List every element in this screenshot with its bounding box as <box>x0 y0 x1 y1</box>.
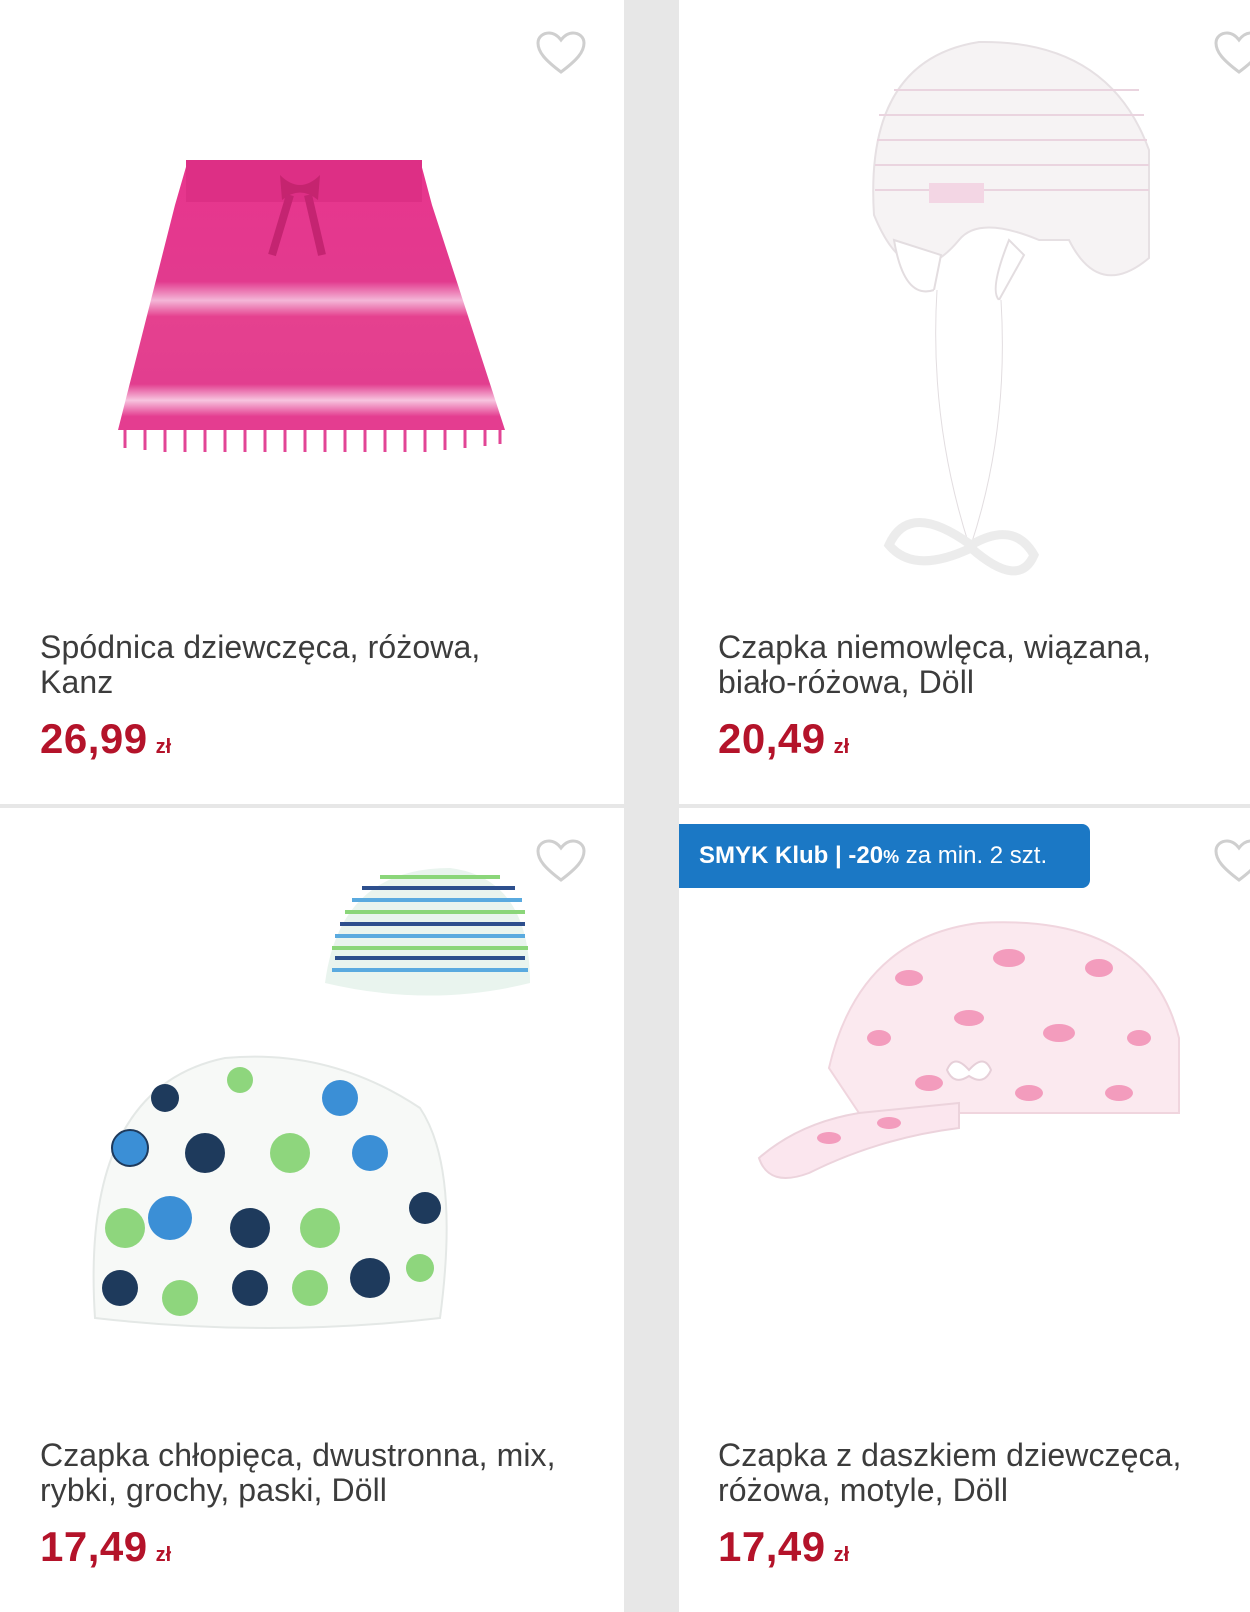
price: 20,49 zł <box>718 715 849 763</box>
product-image[interactable] <box>679 0 1250 600</box>
promo-percent: % <box>883 847 900 867</box>
price: 17,49 zł <box>40 1523 171 1571</box>
product-card[interactable]: Spódnica dziewczęca, różowa, Kanz 26,99 z… <box>0 0 624 804</box>
price-value: 26,99 <box>40 715 148 762</box>
smyk-klub-promo-badge[interactable]: SMYK Klub | -20% za min. 2 szt. <box>679 824 1090 888</box>
product-title[interactable]: Czapka niemowlęca, wiązana, biało-różowa… <box>718 630 1238 700</box>
promo-brand: SMYK Klub <box>699 842 829 869</box>
price-value: 17,49 <box>718 1523 826 1570</box>
product-card[interactable]: Czapka chłopięca, dwustronna, mix, rybki… <box>0 808 624 1612</box>
product-image[interactable] <box>0 0 624 600</box>
product-title[interactable]: Spódnica dziewczęca, różowa, Kanz <box>40 630 560 700</box>
product-image[interactable] <box>0 808 624 1408</box>
product-card[interactable]: SMYK Klub | -20% za min. 2 szt. Czapka z… <box>679 808 1250 1612</box>
promo-discount: -20 <box>848 842 884 869</box>
currency: zł <box>155 736 172 758</box>
product-card[interactable]: Czapka niemowlęca, wiązana, biało-różowa… <box>679 0 1250 804</box>
product-image[interactable] <box>679 808 1250 1408</box>
currency: zł <box>833 1544 850 1566</box>
price: 17,49 zł <box>718 1523 849 1571</box>
product-title[interactable]: Czapka chłopięca, dwustronna, mix, rybki… <box>40 1438 560 1508</box>
price: 26,99 zł <box>40 715 171 763</box>
promo-condition: za min. 2 szt. <box>905 842 1048 869</box>
currency: zł <box>833 736 850 758</box>
price-value: 20,49 <box>718 715 826 762</box>
promo-separator: | <box>835 842 842 869</box>
currency: zł <box>155 1544 172 1566</box>
product-title[interactable]: Czapka z daszkiem dziewczęca, różowa, mo… <box>718 1438 1238 1508</box>
price-value: 17,49 <box>40 1523 148 1570</box>
